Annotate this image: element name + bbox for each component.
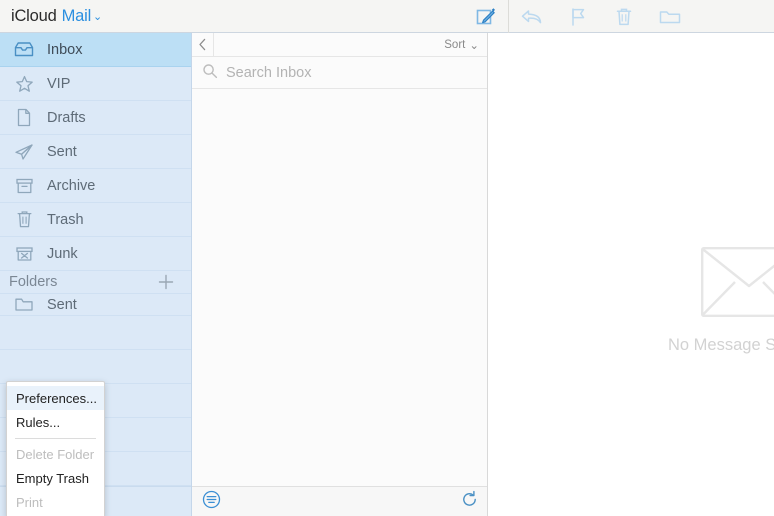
menu-item-label: Print <box>16 494 43 510</box>
icloud-mail-window: iCloud Mail ⌄ Inbox VIP Drafts Sent Arch… <box>0 0 774 516</box>
sidebar: Inbox VIP Drafts Sent Archive Trash Junk… <box>0 33 192 516</box>
flag-button[interactable] <box>555 0 601 33</box>
main-body: Inbox VIP Drafts Sent Archive Trash Junk… <box>0 32 774 516</box>
plus-icon <box>158 274 174 290</box>
folders-header-label: Folders <box>9 274 58 291</box>
menu-item-label: Delete Folder <box>16 446 95 462</box>
add-folder-button[interactable] <box>155 271 177 293</box>
document-icon <box>14 108 34 128</box>
sidebar-item-label: Junk <box>47 245 78 262</box>
back-button[interactable] <box>192 32 214 57</box>
reply-arrow-icon <box>521 9 542 23</box>
menu-item-rules[interactable]: Rules... <box>7 410 104 434</box>
flag-icon <box>572 8 585 26</box>
envelope-icon <box>700 247 774 322</box>
refresh-button[interactable] <box>460 490 479 514</box>
search-icon <box>202 63 218 83</box>
message-list-pane: Sort ⌄ Search Inbox <box>192 32 488 516</box>
chevron-down-icon[interactable]: ⌄ <box>93 10 102 23</box>
sidebar-folder-sent[interactable]: Sent <box>0 294 191 316</box>
move-to-folder-button[interactable] <box>647 0 693 33</box>
sidebar-item-vip[interactable]: VIP <box>0 67 191 101</box>
folders-section-header: Folders <box>0 271 191 295</box>
no-message-placeholder: No Message Selected <box>668 247 774 355</box>
no-message-label: No Message Selected <box>668 336 774 354</box>
delete-button[interactable] <box>601 0 647 33</box>
message-list-header: Sort ⌄ <box>192 32 487 57</box>
refresh-icon <box>463 490 476 506</box>
message-list-footer <box>192 486 487 516</box>
sidebar-item-label: Drafts <box>47 109 86 126</box>
menu-item-delete-folder: Delete Folder <box>7 442 104 466</box>
folder-icon <box>659 10 681 23</box>
sidebar-item-drafts[interactable]: Drafts <box>0 101 191 135</box>
sidebar-item-inbox[interactable]: Inbox <box>0 33 191 67</box>
settings-context-menu: Preferences... Rules... Delete Folder Em… <box>6 381 105 516</box>
sidebar-item-archive[interactable]: Archive <box>0 169 191 203</box>
paper-plane-icon <box>14 142 34 162</box>
trash-icon <box>616 8 632 25</box>
sidebar-item-label: Inbox <box>47 41 83 58</box>
menu-item-print: Print <box>7 490 104 514</box>
brand-app-label: Mail <box>61 6 92 25</box>
menu-item-empty-trash[interactable]: Empty Trash <box>7 466 104 490</box>
inbox-icon <box>14 40 34 60</box>
search-placeholder: Search Inbox <box>226 64 312 81</box>
sort-label: Sort <box>444 38 466 51</box>
sidebar-item-label: VIP <box>47 75 71 92</box>
sidebar-item-junk[interactable]: Junk <box>0 237 191 271</box>
message-list-body[interactable] <box>192 89 487 486</box>
sidebar-item-label: Sent <box>47 143 77 160</box>
brand-icloud-label: iCloud <box>11 6 57 25</box>
menu-item-label: Preferences... <box>16 390 97 406</box>
junk-box-icon <box>14 244 34 264</box>
archive-box-icon <box>14 176 34 196</box>
app-brand[interactable]: iCloud Mail ⌄ <box>0 7 102 26</box>
sidebar-item-label: Sent <box>47 296 77 313</box>
chevron-left-icon <box>199 38 206 51</box>
search-input[interactable]: Search Inbox <box>192 57 487 89</box>
sidebar-item-trash[interactable]: Trash <box>0 203 191 237</box>
compose-button[interactable] <box>462 0 508 33</box>
menu-item-preferences[interactable]: Preferences... <box>7 386 104 410</box>
star-icon <box>14 74 34 94</box>
top-header-bar: iCloud Mail ⌄ <box>0 0 774 33</box>
filter-button[interactable] <box>202 490 221 514</box>
sidebar-item-label: Trash <box>47 211 84 228</box>
menu-item-label: Rules... <box>16 414 61 430</box>
mailbox-list: Inbox VIP Drafts Sent Archive Trash Junk <box>0 33 191 271</box>
folder-icon <box>14 295 34 315</box>
reading-pane: No Message Selected <box>488 33 774 516</box>
sidebar-empty-row <box>0 350 191 384</box>
sidebar-item-sent[interactable]: Sent <box>0 135 191 169</box>
sort-button[interactable]: Sort ⌄ <box>444 38 487 52</box>
menu-separator <box>15 438 96 439</box>
filter-icon <box>202 490 221 508</box>
toolbar <box>462 0 693 33</box>
reply-button[interactable] <box>509 0 555 33</box>
menu-item-label: Empty Trash <box>16 470 89 486</box>
trash-icon <box>14 210 34 230</box>
sidebar-empty-row <box>0 316 191 350</box>
sidebar-item-label: Archive <box>47 177 96 194</box>
chevron-down-icon: ⌄ <box>469 39 479 52</box>
compose-icon <box>476 8 495 25</box>
